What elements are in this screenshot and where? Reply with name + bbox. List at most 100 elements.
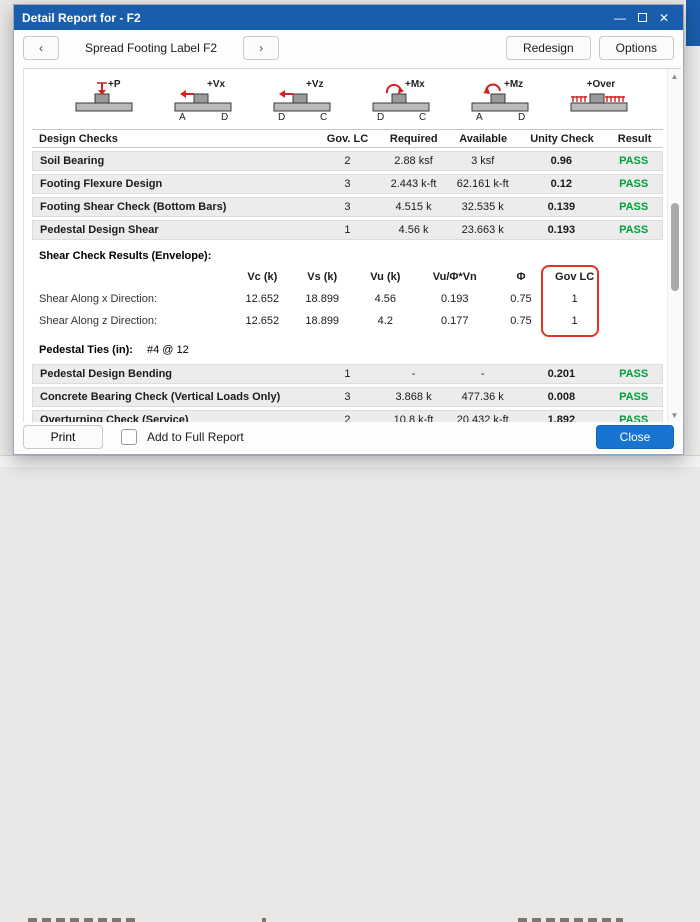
- moment-z-icon: [458, 79, 546, 123]
- column-header: Vs (k): [291, 271, 354, 283]
- report-content: +P +Vx A D: [24, 69, 667, 422]
- vu-value: 4.2: [354, 315, 417, 327]
- column-header: Available: [448, 133, 517, 145]
- diagram-overturning: +Over: [557, 79, 645, 123]
- scroll-down-icon[interactable]: ▼: [671, 408, 679, 422]
- shear-results-table: Vc (k) Vs (k) Vu (k) Vu/Φ*Vn Φ Gov LC Sh…: [32, 266, 663, 334]
- available-value: -: [448, 368, 517, 380]
- gov-lc: 3: [316, 391, 379, 403]
- available-value: 477.36 k: [448, 391, 517, 403]
- gov-lc-value: 1: [549, 315, 599, 327]
- gov-lc: 2: [316, 414, 379, 422]
- vu-value: 4.56: [354, 293, 417, 305]
- phi-value: 0.75: [493, 315, 550, 327]
- shear-row-label: Shear Along x Direction:: [32, 293, 234, 305]
- moment-x-icon: [359, 79, 447, 123]
- available-value: 20.432 k-ft: [448, 414, 517, 422]
- diagram-label: +Vx: [207, 79, 225, 90]
- corner-letter-right: C: [419, 112, 426, 123]
- column-header: Φ: [493, 271, 550, 283]
- dialog-title: Detail Report for - F2: [22, 11, 609, 25]
- next-footing-button[interactable]: ›: [243, 36, 279, 60]
- gov-lc-value: 1: [549, 293, 599, 305]
- table-row: Footing Shear Check (Bottom Bars) 3 4.51…: [32, 197, 663, 217]
- clipped-background-text: [28, 918, 138, 922]
- diagram-moment-z: +Mz A D: [458, 79, 546, 123]
- table-row: Soil Bearing 2 2.88 ksf 3 ksf 0.96 PASS: [32, 151, 663, 171]
- gov-lc: 1: [316, 224, 379, 236]
- previous-footing-button[interactable]: ‹: [23, 36, 59, 60]
- check-name: Pedestal Design Shear: [33, 224, 316, 236]
- column-header: Unity Check: [518, 133, 606, 145]
- scrollbar-track[interactable]: [668, 83, 681, 408]
- table-row: Footing Flexure Design 3 2.443 k-ft 62.1…: [32, 174, 663, 194]
- pedestal-ties-value: #4 @ 12: [147, 344, 189, 356]
- corner-letter-right: D: [221, 112, 228, 123]
- corner-letter-left: D: [377, 112, 384, 123]
- check-name: Footing Shear Check (Bottom Bars): [33, 201, 316, 213]
- close-button[interactable]: Close: [596, 425, 674, 449]
- titlebar[interactable]: Detail Report for - F2 — ✕: [14, 5, 683, 30]
- gov-lc: 1: [316, 368, 379, 380]
- background-window-bottom: [0, 455, 700, 467]
- required-value: 3.868 k: [379, 391, 448, 403]
- chevron-left-icon: ‹: [39, 41, 43, 55]
- dialog-footer: Print Add to Full Report Close: [14, 422, 683, 454]
- check-name: Soil Bearing: [33, 155, 316, 167]
- vc-value: 12.652: [234, 293, 291, 305]
- column-header: Design Checks: [32, 133, 316, 145]
- shear-x-icon: [161, 79, 249, 123]
- shear-header-row: Vc (k) Vs (k) Vu (k) Vu/Φ*Vn Φ Gov LC: [32, 266, 663, 288]
- unity-check-value: 0.139: [517, 201, 605, 213]
- result-cell: PASS: [605, 155, 662, 167]
- table-row: Concrete Bearing Check (Vertical Loads O…: [32, 387, 663, 407]
- add-to-report-checkbox[interactable]: [121, 429, 137, 445]
- ratio-value: 0.193: [417, 293, 493, 305]
- check-name: Overturning Check (Service): [33, 414, 316, 422]
- unity-check-value: 0.193: [517, 224, 605, 236]
- required-value: -: [379, 368, 448, 380]
- scroll-up-icon[interactable]: ▲: [671, 69, 679, 83]
- close-button-titlebar[interactable]: ✕: [653, 9, 675, 27]
- minimize-icon: —: [614, 11, 626, 25]
- corner-letter-right: D: [518, 112, 525, 123]
- check-name: Pedestal Design Bending: [33, 368, 316, 380]
- options-button[interactable]: Options: [599, 36, 674, 60]
- available-value: 62.161 k-ft: [448, 178, 517, 190]
- column-header: Vu/Φ*Vn: [417, 271, 493, 283]
- scrollbar-thumb[interactable]: [671, 203, 679, 291]
- shear-row-x: Shear Along x Direction: 12.652 18.899 4…: [32, 288, 663, 310]
- shear-row-label: Shear Along z Direction:: [32, 315, 234, 327]
- maximize-button[interactable]: [631, 9, 653, 27]
- available-value: 23.663 k: [448, 224, 517, 236]
- print-button[interactable]: Print: [23, 425, 103, 449]
- pedestal-ties: Pedestal Ties (in): #4 @ 12: [32, 334, 663, 364]
- diagram-label: +Vz: [306, 79, 324, 90]
- add-to-report-label: Add to Full Report: [147, 430, 244, 444]
- maximize-icon: [638, 13, 647, 22]
- unity-check-value: 0.201: [517, 368, 605, 380]
- required-value: 4.56 k: [379, 224, 448, 236]
- check-name: Concrete Bearing Check (Vertical Loads O…: [33, 391, 316, 403]
- diagram-label: +P: [108, 79, 121, 90]
- corner-letter-left: A: [179, 112, 186, 123]
- result-cell: PASS: [605, 391, 662, 403]
- vs-value: 18.899: [291, 315, 354, 327]
- vs-value: 18.899: [291, 293, 354, 305]
- shear-section-title: Shear Check Results (Envelope):: [32, 243, 663, 266]
- diagram-shear-z: +Vz D C: [260, 79, 348, 123]
- required-value: 2.88 ksf: [379, 155, 448, 167]
- unity-check-value: 0.008: [517, 391, 605, 403]
- column-header: Vc (k): [234, 271, 291, 283]
- minimize-button[interactable]: —: [609, 9, 631, 27]
- unity-check-value: 0.12: [517, 178, 605, 190]
- unity-check-value: 0.96: [517, 155, 605, 167]
- phi-value: 0.75: [493, 293, 550, 305]
- diagram-moment-x: +Mx D C: [359, 79, 447, 123]
- result-cell: PASS: [605, 178, 662, 190]
- redesign-button[interactable]: Redesign: [506, 36, 591, 60]
- column-header: Required: [379, 133, 448, 145]
- column-header: Vu (k): [354, 271, 417, 283]
- corner-letter-left: D: [278, 112, 285, 123]
- vertical-scrollbar[interactable]: ▲ ▼: [667, 69, 681, 422]
